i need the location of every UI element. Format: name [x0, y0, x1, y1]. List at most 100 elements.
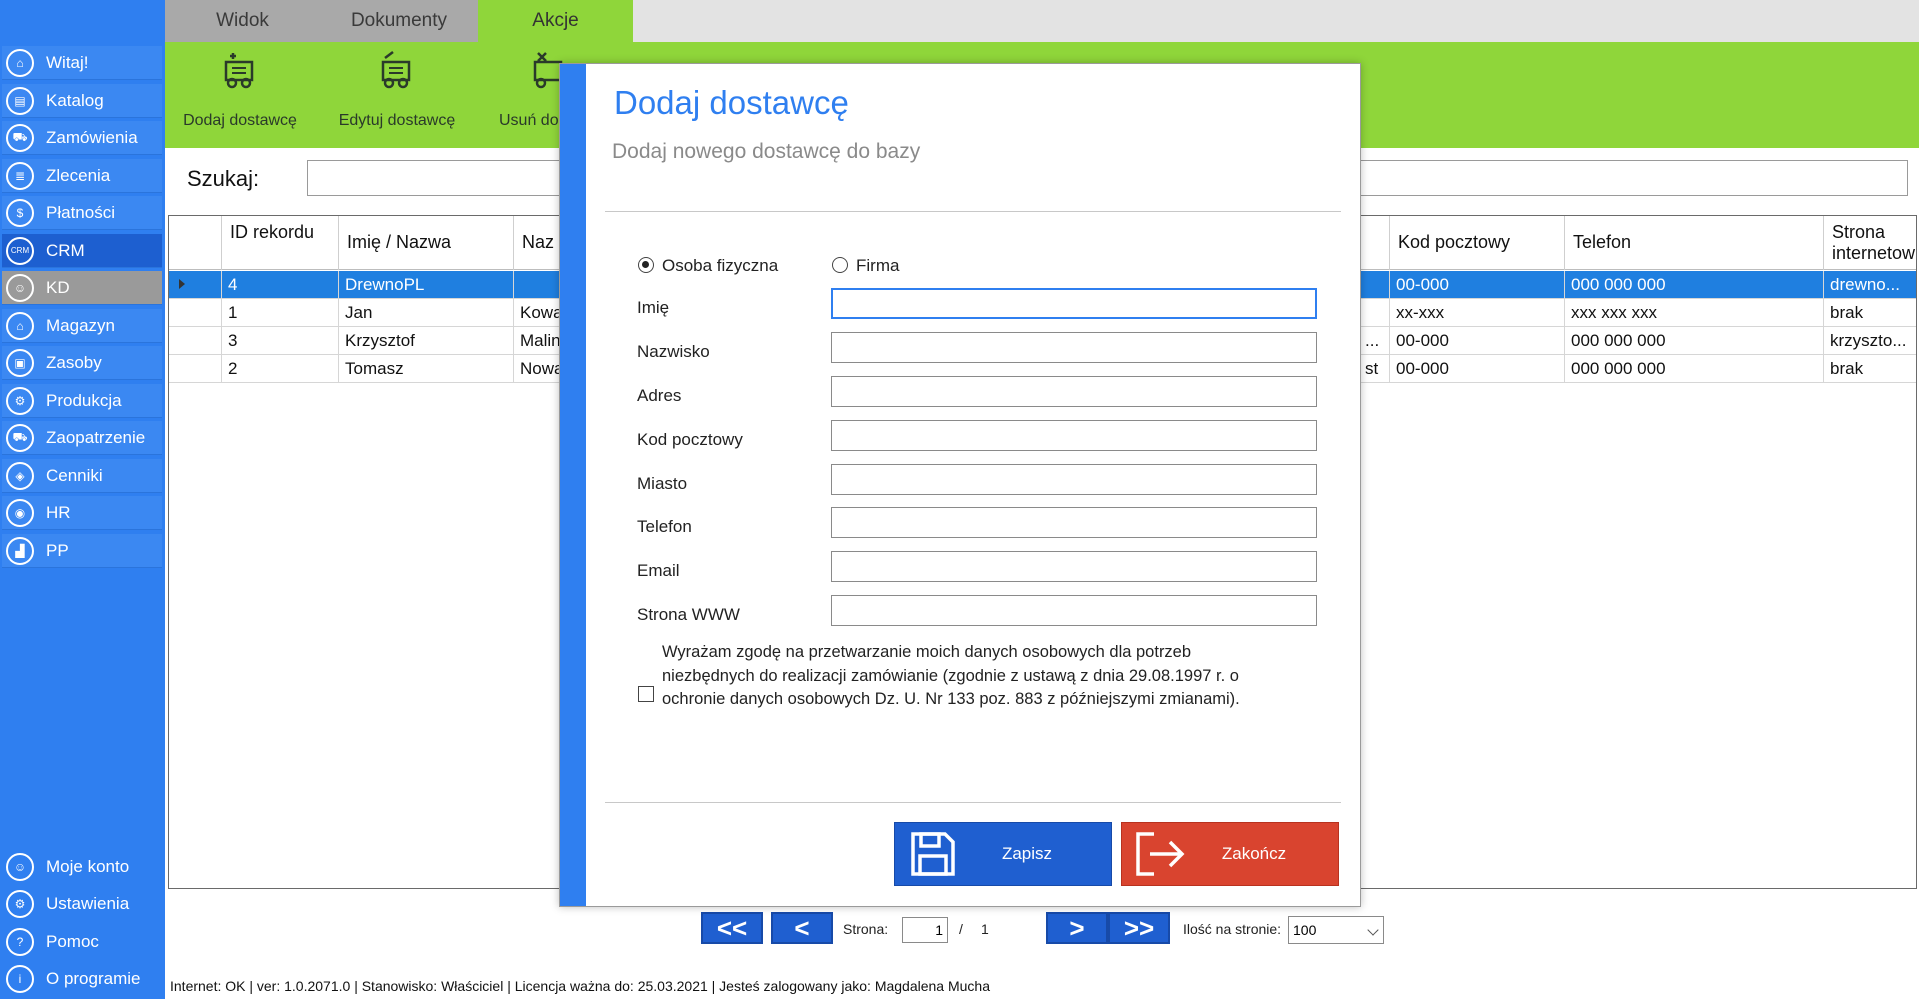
current-row-marker-icon [179, 279, 185, 289]
last-page-button[interactable]: >> [1108, 912, 1170, 944]
save-button[interactable]: Zapisz [894, 822, 1112, 886]
sidebar-item-label: Zlecenia [46, 165, 111, 185]
sidebar-item-pomoc[interactable]: ? Pomoc [2, 925, 162, 959]
sidebar-item-hr[interactable]: ◉ HR [2, 496, 162, 530]
cell-name: DrewnoPL [338, 271, 513, 298]
page-label: Strona: [843, 921, 889, 937]
sidebar-item-platnosci[interactable]: $ Płatności [2, 196, 162, 230]
delete-supplier-button[interactable]: Usuń do [479, 42, 569, 148]
person-type-radio[interactable] [638, 257, 654, 273]
dollar-icon: $ [6, 198, 34, 227]
sidebar-item-ustawienia[interactable]: ⚙ Ustawienia [2, 887, 162, 921]
sidebar-item-katalog[interactable]: ▤ Katalog [2, 84, 162, 118]
page-input[interactable]: 1 [902, 917, 948, 943]
sidebar-item-witaj[interactable]: ⌂ Witaj! [2, 46, 162, 80]
truck-icon: ⛟ [6, 423, 34, 452]
phone-field[interactable] [831, 507, 1317, 538]
cell-address: ... [1365, 331, 1380, 350]
dialog-accent-stripe [560, 64, 586, 906]
last-name-label: Nazwisko [637, 342, 710, 361]
sidebar-item-produkcja[interactable]: ⚙ Produkcja [2, 384, 162, 418]
cell-surname: Malin [513, 327, 563, 354]
company-type-label: Firma [856, 256, 900, 275]
sidebar-item-zasoby[interactable]: ▣ Zasoby [2, 346, 162, 380]
cell-name: Jan [338, 299, 513, 326]
postal-code-field[interactable] [831, 420, 1317, 451]
column-header-surname[interactable]: Naz [513, 216, 563, 270]
tab-bar: Widok Dokumenty Akcje [165, 0, 1919, 42]
list-icon: ≣ [6, 161, 34, 190]
sidebar-item-label: Witaj! [46, 52, 89, 72]
exit-button[interactable]: Zakończ [1121, 822, 1339, 886]
sidebar-item-cenniki[interactable]: ◈ Cenniki [2, 459, 162, 493]
previous-page-button[interactable]: < [771, 912, 833, 944]
website-field[interactable] [831, 595, 1317, 626]
tab-widok[interactable]: Widok [165, 0, 320, 42]
company-type-radio[interactable] [832, 257, 848, 273]
sidebar-item-o-programie[interactable]: i O programie [2, 962, 162, 996]
cell-id: 2 [221, 355, 338, 382]
website-label: Strona WWW [637, 605, 740, 624]
cell-phone: 000 000 000 [1564, 327, 1823, 354]
tab-akcje[interactable]: Akcje [478, 0, 633, 42]
email-field[interactable] [831, 551, 1317, 582]
sidebar-item-label: HR [46, 502, 71, 522]
box-icon: ▣ [6, 348, 34, 377]
column-header-phone[interactable]: Telefon [1564, 216, 1823, 270]
cell-surname: Nowa [513, 355, 563, 382]
add-supplier-button[interactable]: Dodaj dostawcę [165, 42, 315, 148]
sidebar-item-kd[interactable]: ☺ KD [2, 271, 162, 305]
search-label: Szukaj: [187, 166, 260, 191]
column-header-id[interactable]: ID rekordu [221, 216, 338, 270]
last-name-field[interactable] [831, 332, 1317, 363]
cell-website: drewno... [1823, 271, 1916, 298]
ribbon-button-label: Usuń do [499, 112, 559, 129]
address-field[interactable] [831, 376, 1317, 407]
factory-icon: ▟ [6, 536, 34, 565]
person-icon: ☺ [6, 273, 34, 302]
crm-icon: CRM [6, 236, 34, 265]
cell-phone: 000 000 000 [1564, 271, 1823, 298]
sidebar-item-label: CRM [46, 240, 85, 260]
user-icon: ☺ [6, 853, 34, 881]
consent-checkbox[interactable] [638, 686, 654, 702]
first-page-button[interactable]: << [701, 912, 763, 944]
column-header-website[interactable]: Strona internetow [1823, 216, 1916, 270]
per-page-select[interactable]: 100 [1288, 916, 1384, 944]
postal-code-label: Kod pocztowy [637, 430, 743, 449]
sidebar-item-zamowienia[interactable]: ⛟ Zamówienia [2, 121, 162, 155]
sidebar-item-label: Płatności [46, 202, 115, 222]
cell-address [1359, 271, 1389, 298]
column-header-name[interactable]: Imię / Nazwa [338, 216, 513, 270]
sidebar-item-zlecenia[interactable]: ≣ Zlecenia [2, 159, 162, 193]
status-bar: Internet: OK | ver: 1.0.2071.0 | Stanowi… [170, 978, 991, 994]
tab-dokumenty[interactable]: Dokumenty [320, 0, 478, 42]
city-field[interactable] [831, 464, 1317, 495]
per-page-label: Ilość na stronie: [1183, 921, 1282, 937]
sidebar-item-crm[interactable]: CRM CRM [2, 234, 162, 268]
hr-icon: ◉ [6, 498, 34, 527]
cell-postal: xx-xxx [1389, 299, 1564, 326]
cell-name: Krzysztof [338, 327, 513, 354]
first-name-field[interactable] [831, 288, 1317, 319]
home-icon: ⌂ [6, 48, 34, 77]
edit-supplier-button[interactable]: Edytuj dostawcę [322, 42, 472, 148]
per-page-value: 100 [1293, 922, 1317, 938]
phone-label: Telefon [637, 517, 692, 536]
cell-address: st [1365, 359, 1379, 378]
supplier-add-icon [224, 53, 254, 89]
sidebar-item-label: KD [46, 277, 70, 297]
next-page-button[interactable]: > [1046, 912, 1108, 944]
sidebar-item-magazyn[interactable]: ⌂ Magazyn [2, 309, 162, 343]
column-header-postal[interactable]: Kod pocztowy [1389, 216, 1564, 270]
floppy-disk-icon [903, 826, 963, 882]
settings-icon: ⚙ [6, 890, 34, 918]
sidebar-item-label: Ustawienia [46, 894, 130, 913]
sidebar-item-zaopatrzenie[interactable]: ⛟ Zaopatrzenie [2, 421, 162, 455]
sidebar-item-pp[interactable]: ▟ PP [2, 534, 162, 568]
divider [605, 211, 1341, 212]
sidebar-item-label: Produkcja [46, 390, 122, 410]
sidebar-item-moje-konto[interactable]: ☺ Moje konto [2, 850, 162, 884]
sidebar-item-label: Magazyn [46, 315, 115, 335]
add-supplier-dialog: Dodaj dostawcę Dodaj nowego dostawcę do … [559, 63, 1361, 907]
